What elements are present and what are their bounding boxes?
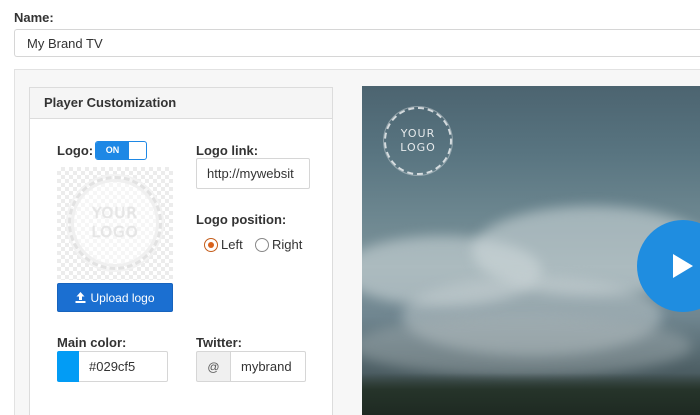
watermark-line2: LOGO bbox=[400, 141, 436, 154]
twitter-label: Twitter: bbox=[196, 335, 242, 350]
logo-placeholder-line1: YOUR bbox=[92, 204, 138, 222]
cloud-shape bbox=[362, 316, 692, 376]
radio-left[interactable] bbox=[204, 237, 218, 252]
main-color-label: Main color: bbox=[57, 335, 127, 350]
twitter-at-prefix: @ bbox=[196, 351, 231, 382]
color-swatch[interactable] bbox=[57, 351, 79, 382]
logo-position-right-option[interactable]: Right bbox=[255, 237, 302, 252]
main-color-input[interactable] bbox=[79, 351, 168, 382]
logo-position-left-option[interactable]: Left bbox=[204, 237, 243, 252]
logo-placeholder-icon: YOUR LOGO bbox=[68, 176, 162, 270]
video-preview[interactable]: YOUR LOGO bbox=[362, 86, 700, 415]
logo-placeholder-line2: LOGO bbox=[91, 223, 139, 241]
logo-link-label: Logo link: bbox=[196, 143, 259, 158]
logo-preview: YOUR LOGO bbox=[57, 167, 173, 280]
upload-logo-button[interactable]: Upload logo bbox=[57, 283, 173, 312]
watermark-line1: YOUR bbox=[400, 127, 436, 140]
logo-link-input[interactable] bbox=[196, 158, 310, 189]
logo-label: Logo: bbox=[57, 143, 94, 158]
logo-position-label: Logo position: bbox=[196, 212, 287, 227]
radio-left-label: Left bbox=[221, 237, 243, 252]
logo-toggle-on-label: ON bbox=[96, 142, 129, 159]
play-icon bbox=[673, 254, 693, 278]
treeline bbox=[362, 373, 700, 415]
panel-title: Player Customization bbox=[30, 88, 332, 119]
upload-logo-label: Upload logo bbox=[90, 290, 155, 305]
radio-right[interactable] bbox=[255, 237, 269, 252]
logo-toggle[interactable]: ON bbox=[95, 141, 147, 160]
name-label: Name: bbox=[14, 10, 54, 25]
radio-right-label: Right bbox=[272, 237, 303, 252]
twitter-input[interactable] bbox=[230, 351, 306, 382]
name-input[interactable] bbox=[14, 29, 700, 57]
upload-icon bbox=[75, 292, 86, 303]
logo-watermark-icon: YOUR LOGO bbox=[384, 107, 452, 175]
